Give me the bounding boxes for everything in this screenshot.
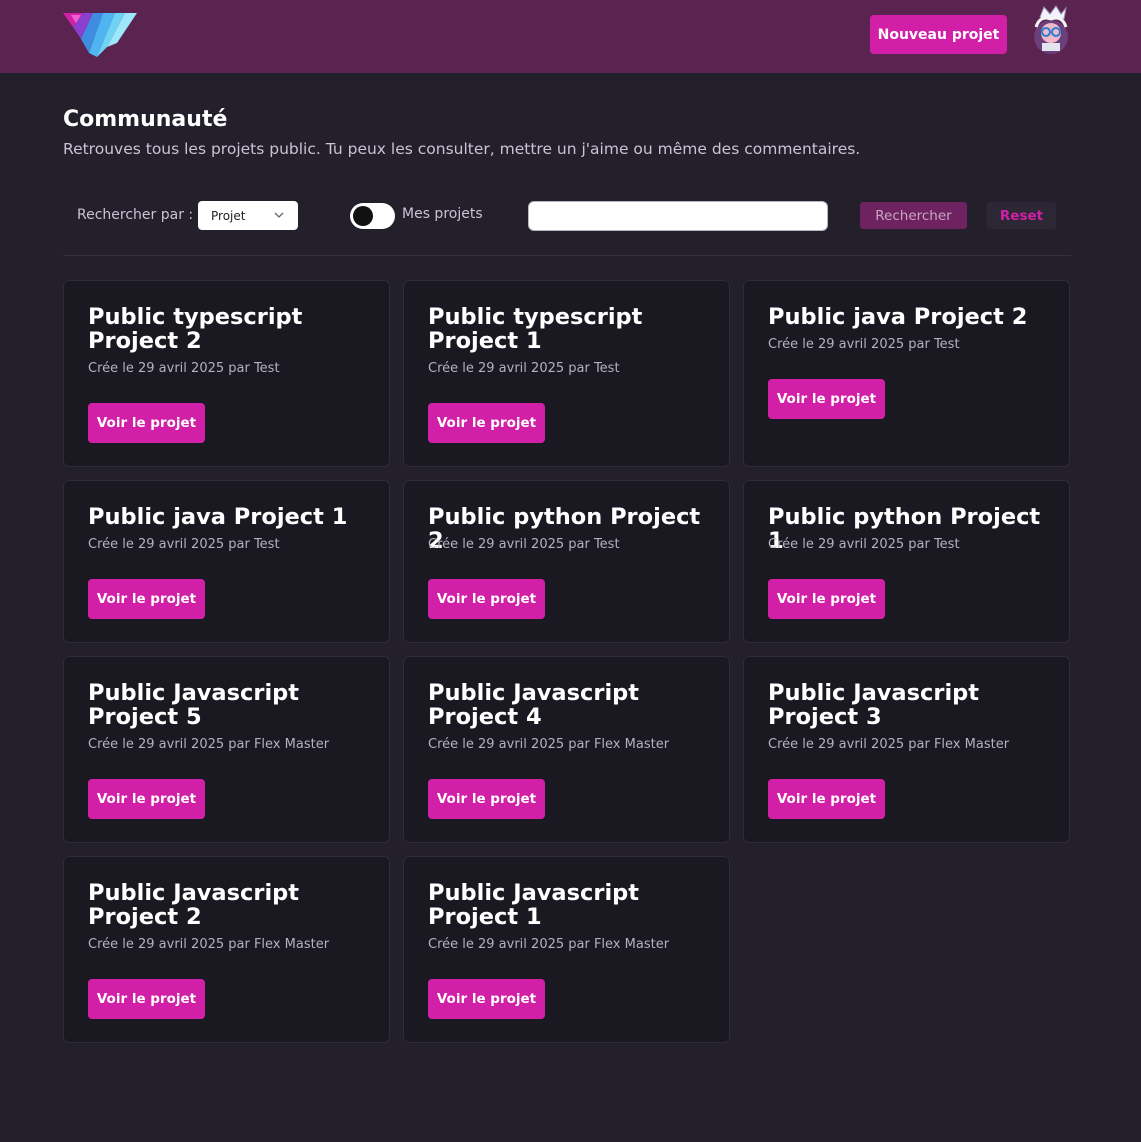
reset-button[interactable]: Reset	[987, 202, 1056, 229]
project-meta: Crée le 29 avril 2025 par Test	[88, 361, 280, 376]
page-subtitle: Retrouves tous les projets public. Tu pe…	[63, 140, 861, 158]
project-title: Public Javascript Project 4	[428, 680, 640, 730]
view-project-button[interactable]: Voir le projet	[428, 403, 545, 443]
project-title: Public Javascript Project 5	[88, 680, 300, 730]
project-meta: Crée le 29 avril 2025 par Test	[768, 537, 960, 552]
view-project-button[interactable]: Voir le projet	[428, 979, 545, 1019]
project-meta: Crée le 29 avril 2025 par Flex Master	[428, 937, 670, 952]
search-button[interactable]: Rechercher	[860, 202, 967, 229]
view-project-button[interactable]: Voir le projet	[768, 579, 885, 619]
search-by-label: Rechercher par :	[77, 207, 194, 223]
project-title: Public Javascript Project 2	[88, 880, 300, 930]
project-card: Public java Project 1 Crée le 29 avril 2…	[63, 480, 390, 643]
project-title: Public Javascript Project 3	[768, 680, 980, 730]
my-projects-toggle[interactable]	[350, 203, 395, 229]
project-card: Public Javascript Project 5 Crée le 29 a…	[63, 656, 390, 843]
search-by-value: Projet	[211, 208, 246, 223]
view-project-button[interactable]: Voir le projet	[88, 579, 205, 619]
project-meta: Crée le 29 avril 2025 par Flex Master	[88, 937, 330, 952]
my-projects-label: Mes projets	[402, 206, 483, 222]
project-meta: Crée le 29 avril 2025 par Test	[428, 537, 620, 552]
project-card: Public python Project 2 Crée le 29 avril…	[403, 480, 730, 643]
user-avatar[interactable]	[1030, 5, 1072, 55]
top-header: Nouveau projet	[0, 0, 1141, 73]
project-title: Public Javascript Project 1	[428, 880, 640, 930]
project-title: Public java Project 2	[768, 304, 1028, 330]
project-title: Public typescript Project 2	[88, 304, 303, 354]
project-card: Public Javascript Project 3 Crée le 29 a…	[743, 656, 1070, 843]
project-meta: Crée le 29 avril 2025 par Flex Master	[428, 737, 670, 752]
project-card: Public Javascript Project 2 Crée le 29 a…	[63, 856, 390, 1043]
project-card: Public typescript Project 1 Crée le 29 a…	[403, 280, 730, 467]
view-project-button[interactable]: Voir le projet	[768, 779, 885, 819]
page-title: Communauté	[63, 107, 228, 132]
view-project-button[interactable]: Voir le projet	[88, 779, 205, 819]
project-card: Public java Project 2 Crée le 29 avril 2…	[743, 280, 1070, 467]
view-project-button[interactable]: Voir le projet	[768, 379, 885, 419]
toggle-knob	[353, 206, 373, 226]
project-meta: Crée le 29 avril 2025 par Flex Master	[88, 737, 330, 752]
view-project-button[interactable]: Voir le projet	[88, 403, 205, 443]
project-meta: Crée le 29 avril 2025 par Test	[428, 361, 620, 376]
project-card: Public python Project 1 Crée le 29 avril…	[743, 480, 1070, 643]
project-card: Public Javascript Project 4 Crée le 29 a…	[403, 656, 730, 843]
new-project-button[interactable]: Nouveau projet	[870, 15, 1007, 54]
chevron-down-icon	[274, 212, 284, 218]
project-meta: Crée le 29 avril 2025 par Test	[88, 537, 280, 552]
project-title: Public java Project 1	[88, 504, 348, 530]
search-input[interactable]	[528, 201, 828, 231]
divider	[63, 255, 1071, 256]
project-meta: Crée le 29 avril 2025 par Flex Master	[768, 737, 1010, 752]
project-meta: Crée le 29 avril 2025 par Test	[768, 337, 960, 352]
project-card: Public Javascript Project 1 Crée le 29 a…	[403, 856, 730, 1043]
search-by-select[interactable]: Projet	[198, 201, 298, 230]
app-logo[interactable]	[63, 13, 137, 57]
view-project-button[interactable]: Voir le projet	[428, 579, 545, 619]
view-project-button[interactable]: Voir le projet	[428, 779, 545, 819]
view-project-button[interactable]: Voir le projet	[88, 979, 205, 1019]
project-card: Public typescript Project 2 Crée le 29 a…	[63, 280, 390, 467]
project-title: Public typescript Project 1	[428, 304, 643, 354]
